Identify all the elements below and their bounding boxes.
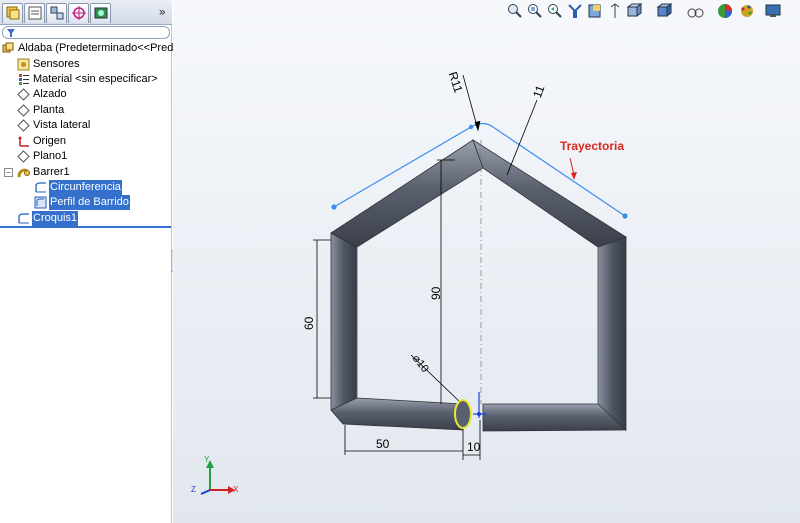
filter-icon	[7, 29, 15, 37]
section-view-icon[interactable]	[566, 2, 584, 20]
collapse-toggle-sweep[interactable]: −	[4, 168, 13, 177]
tree-item-label: Origen	[33, 135, 67, 147]
display-style-icon[interactable]	[626, 2, 644, 20]
tree-item-label: Circunferencia	[49, 180, 122, 195]
triad-z-label: Z	[191, 485, 196, 494]
property-manager-tab[interactable]	[24, 3, 45, 23]
panel-expand-chevron[interactable]: »	[159, 5, 166, 19]
edit-appearance-icon[interactable]	[686, 2, 704, 20]
apply-scene-icon[interactable]	[716, 2, 734, 20]
tree-item-label: Vista lateral	[33, 119, 91, 131]
panel-tab-bar: »	[0, 0, 172, 25]
previous-view-icon[interactable]	[546, 2, 564, 20]
triad-x-label: X	[233, 485, 239, 494]
dimxpert-tab[interactable]	[68, 3, 89, 23]
part-icon	[2, 42, 14, 53]
swept-tube[interactable]	[330, 139, 628, 432]
sketch-profile-icon	[34, 196, 47, 209]
callout-arrow-head	[571, 172, 577, 180]
dim-90[interactable]: 90	[429, 287, 443, 300]
circle-profile[interactable]	[454, 399, 472, 429]
tree-item-label: Planta	[33, 104, 65, 116]
dim-10[interactable]: 10	[467, 440, 480, 454]
callout-arrow	[569, 157, 575, 176]
tree-root-label: Aldaba (Predeterminado<<Prede	[18, 42, 180, 54]
tree-item-label: Material <sin especificar>	[33, 73, 158, 85]
origin-point	[477, 412, 481, 416]
dynamic-annotation-icon[interactable]	[606, 2, 624, 20]
trajectory-callout: Trayectoria	[560, 139, 625, 153]
graphics-area[interactable]: R11 11 60 90 ⌀10 50 10 Trayectoria Y X Z	[173, 0, 800, 523]
monitor-icon[interactable]	[764, 2, 782, 20]
view-orientation-icon[interactable]	[586, 2, 604, 20]
configuration-manager-icon	[50, 6, 64, 20]
reference-triad	[200, 460, 235, 495]
view-settings-icon[interactable]	[738, 2, 756, 20]
heads-up-view-toolbar	[506, 2, 796, 22]
sketch-icon	[18, 213, 29, 224]
tree-item-label: Sensores	[33, 58, 80, 70]
tree-filter[interactable]	[2, 26, 170, 39]
plane-icon	[17, 150, 30, 163]
tree-item-label: Plano1	[33, 150, 68, 162]
tree-item-label: Alzado	[33, 88, 67, 100]
sketch-icon	[35, 182, 46, 193]
dim-50[interactable]: 50	[376, 437, 389, 451]
origin-icon	[18, 136, 29, 147]
property-manager-icon	[28, 6, 42, 20]
dimxpert-icon	[72, 6, 86, 20]
plane-icon	[17, 104, 30, 117]
rollback-bar[interactable]	[0, 226, 171, 228]
dim-60[interactable]: 60	[302, 317, 316, 330]
model-view	[200, 74, 628, 495]
hide-show-icon[interactable]	[656, 2, 674, 20]
display-manager-icon	[94, 7, 108, 19]
plane-icon	[17, 119, 30, 132]
tree-item-label: Croquis1	[32, 211, 79, 226]
material-icon	[19, 74, 29, 85]
feature-manager-panel: » Aldaba (Predeterminado<<Prede Sensores…	[0, 0, 179, 523]
sweep-icon	[17, 168, 30, 178]
display-manager-tab[interactable]	[90, 3, 111, 23]
triad-y-label: Y	[204, 455, 210, 464]
feature-manager-tab[interactable]	[2, 3, 23, 23]
zoom-to-fit-icon[interactable]	[506, 2, 524, 20]
sensors-icon	[17, 58, 30, 71]
tree-item-label: Barrer1	[33, 166, 70, 178]
configuration-manager-tab[interactable]	[46, 3, 67, 23]
zoom-area-icon[interactable]	[526, 2, 544, 20]
plane-icon	[17, 88, 30, 101]
feature-manager-icon	[6, 6, 20, 20]
tree-item-label: Perfil de Barrido	[49, 195, 130, 210]
